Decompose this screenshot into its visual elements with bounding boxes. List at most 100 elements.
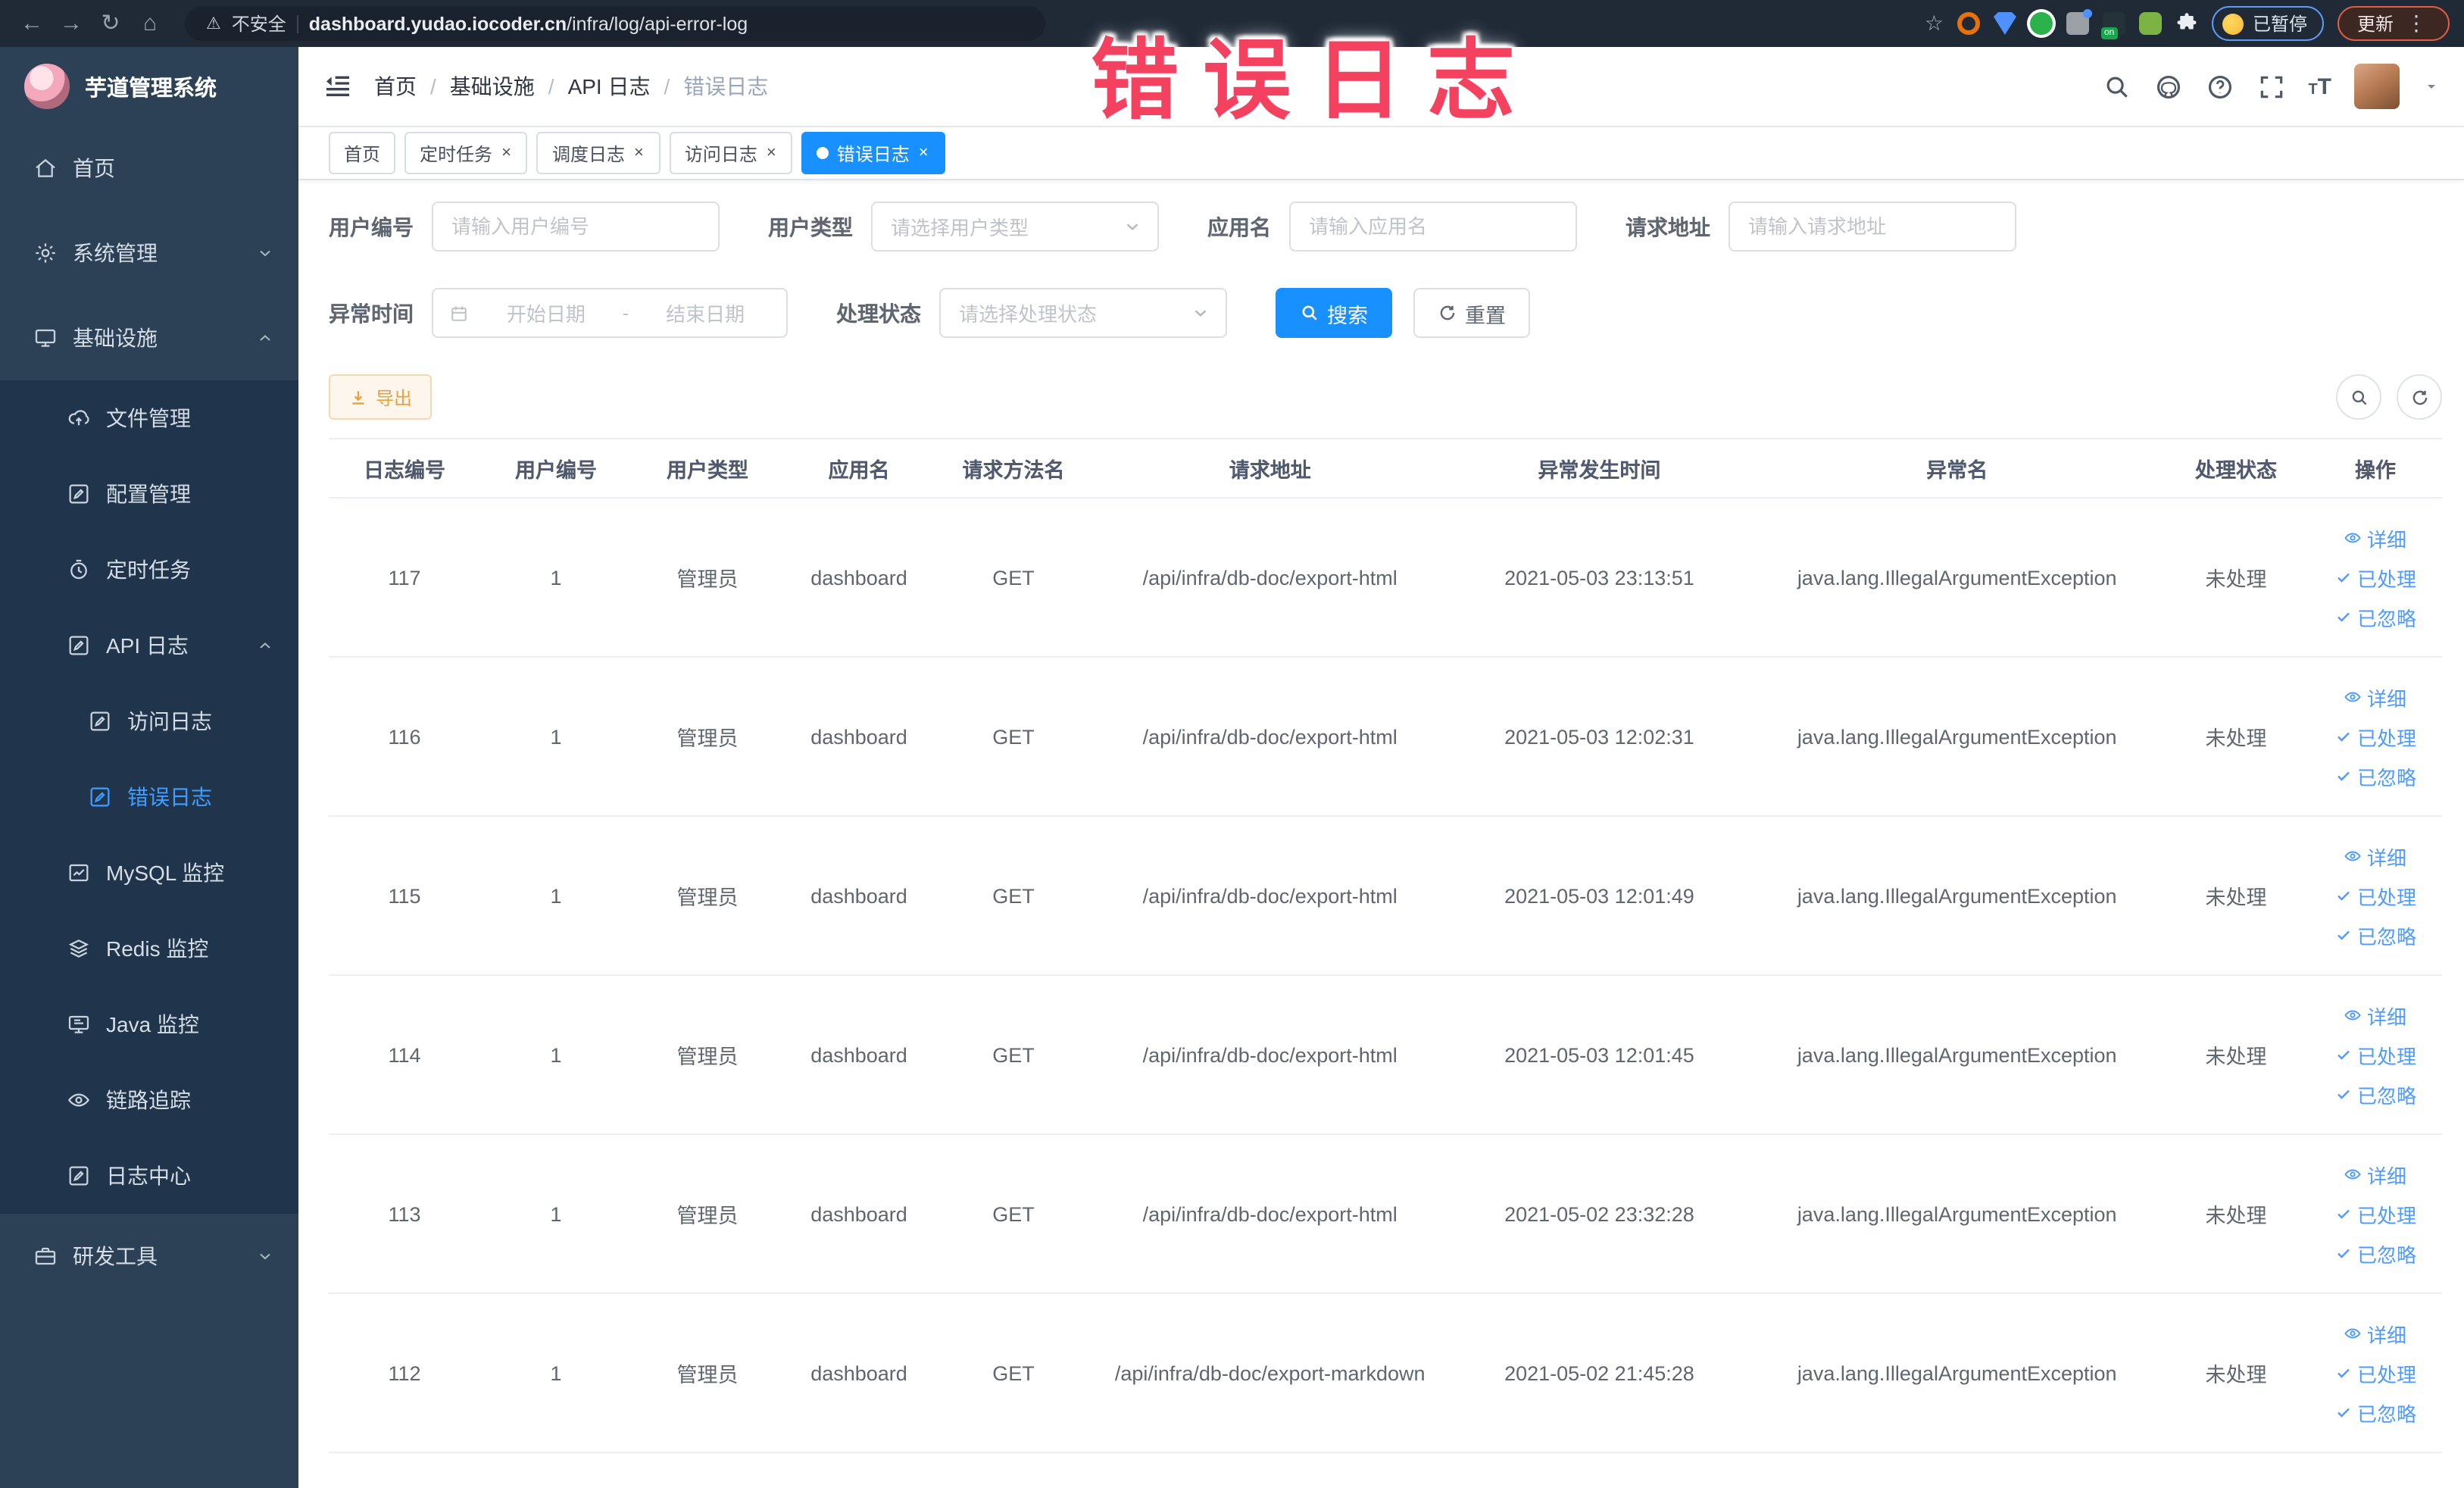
processed-link[interactable]: 已处理 xyxy=(2334,722,2416,751)
bookmark-star-icon[interactable]: ☆ xyxy=(1925,11,1944,36)
browser-update-button[interactable]: 更新 ⋮ xyxy=(2337,6,2450,41)
request-url-input[interactable] xyxy=(1729,202,2016,252)
cell-process-status: 未处理 xyxy=(2205,1046,2267,1068)
cell-exception-name: java.lang.IllegalArgumentException xyxy=(1797,1361,2117,1384)
view-tab[interactable]: 访问日志 × xyxy=(669,132,793,174)
sidebar-item[interactable]: 错误日志 xyxy=(0,759,298,835)
profile-paused-chip[interactable]: 已暂停 xyxy=(2211,6,2324,41)
sidebar-item[interactable]: 基础设施 xyxy=(0,295,298,380)
ignored-link[interactable]: 已忽略 xyxy=(2334,1398,2416,1427)
tool-icon xyxy=(33,1244,58,1268)
user-id-input[interactable] xyxy=(432,202,720,252)
sidebar-item[interactable]: 首页 xyxy=(0,126,298,211)
breadcrumb-item[interactable]: / API 日志 xyxy=(535,71,651,102)
eye-icon xyxy=(2345,1010,2362,1021)
extension-icon[interactable] xyxy=(2138,12,2162,35)
fullscreen-icon[interactable] xyxy=(2256,72,2285,101)
app-name-input[interactable] xyxy=(1289,202,1577,252)
extension-icon[interactable] xyxy=(2066,9,2092,35)
cell-exception-time: 2021-05-03 23:13:51 xyxy=(1504,566,1694,589)
extensions-puzzle-icon[interactable] xyxy=(2175,12,2198,35)
toggle-search-button[interactable] xyxy=(2336,374,2381,420)
font-size-icon[interactable]: TT xyxy=(2308,73,2331,99)
home-icon[interactable]: ⌂ xyxy=(133,0,167,47)
cell-method: GET xyxy=(992,725,1035,748)
extension-icon[interactable] xyxy=(1993,12,2016,35)
forward-icon[interactable]: → xyxy=(55,0,88,47)
close-icon[interactable]: × xyxy=(917,143,930,163)
view-tab[interactable]: 首页 × xyxy=(329,132,396,174)
search-button[interactable]: 搜索 xyxy=(1276,288,1392,338)
sidebar-item[interactable]: 定时任务 xyxy=(0,532,298,608)
processed-link[interactable]: 已处理 xyxy=(2334,563,2416,592)
avatar[interactable] xyxy=(2354,64,2400,109)
close-icon[interactable]: × xyxy=(765,143,778,163)
detail-link[interactable]: 详细 xyxy=(2344,1319,2406,1348)
extension-icon[interactable] xyxy=(1957,12,1980,35)
ignored-link[interactable]: 已忽略 xyxy=(2334,602,2416,631)
detail-link[interactable]: 详细 xyxy=(2344,524,2406,552)
search-icon[interactable] xyxy=(2102,72,2131,101)
processed-link[interactable]: 已处理 xyxy=(2334,1358,2416,1387)
check-icon xyxy=(2338,573,2350,583)
refresh-icon xyxy=(2412,389,2427,405)
sidebar-item[interactable]: 日志中心 xyxy=(0,1138,298,1214)
chevron-up-icon xyxy=(260,642,270,649)
breadcrumb-item[interactable]: / 错误日志 xyxy=(651,71,769,102)
address-bar[interactable]: ⚠ 不安全 dashboard.yudao.iocoder.cn/infra/l… xyxy=(185,6,1045,41)
search-icon xyxy=(1302,305,1317,320)
extension-icon[interactable] xyxy=(2029,12,2053,35)
gear-icon xyxy=(33,241,58,265)
help-icon[interactable] xyxy=(2205,72,2234,101)
cell-app-name: dashboard xyxy=(810,884,907,907)
github-icon[interactable] xyxy=(2153,72,2182,101)
breadcrumb-item[interactable]: / 基础设施 xyxy=(417,71,535,102)
sidebar-item[interactable]: MySQL 监控 xyxy=(0,835,298,911)
processed-link[interactable]: 已处理 xyxy=(2334,1040,2416,1069)
view-tab[interactable]: 定时任务 × xyxy=(404,132,528,174)
back-icon[interactable]: ← xyxy=(15,0,48,47)
app-title: 芋道管理系统 xyxy=(85,77,217,101)
ignored-link[interactable]: 已忽略 xyxy=(2334,921,2416,949)
app-logo[interactable]: 芋道管理系统 xyxy=(0,47,298,126)
caret-down-icon[interactable] xyxy=(2422,77,2441,95)
view-tab[interactable]: 错误日志 × xyxy=(801,132,945,174)
ignored-link[interactable]: 已忽略 xyxy=(2334,1239,2416,1268)
sidebar-item[interactable]: 文件管理 xyxy=(0,380,298,456)
refresh-button[interactable] xyxy=(2397,374,2442,420)
sidebar-item[interactable]: 链路追踪 xyxy=(0,1062,298,1138)
processed-link[interactable]: 已处理 xyxy=(2334,881,2416,910)
breadcrumb-item[interactable]: / 首页 xyxy=(374,71,417,102)
view-tab[interactable]: 调度日志 × xyxy=(536,132,661,174)
sidebar-item[interactable]: 访问日志 xyxy=(0,683,298,759)
reset-button[interactable]: 重置 xyxy=(1413,288,1530,338)
detail-link[interactable]: 详细 xyxy=(2344,842,2406,871)
sidebar-item[interactable]: Redis 监控 xyxy=(0,911,298,986)
sidebar-item[interactable]: 研发工具 xyxy=(0,1214,298,1299)
user-type-select[interactable]: 请选择用户类型 xyxy=(871,202,1159,252)
detail-link[interactable]: 详细 xyxy=(2344,1160,2406,1189)
fold-menu-icon[interactable] xyxy=(323,71,353,102)
sidebar-item[interactable]: 系统管理 xyxy=(0,211,298,295)
processed-link[interactable]: 已处理 xyxy=(2334,1199,2416,1228)
sidebar-item[interactable]: API 日志 xyxy=(0,608,298,683)
cell-user-id: 1 xyxy=(550,725,562,748)
detail-link[interactable]: 详细 xyxy=(2344,683,2406,711)
log-icon xyxy=(67,1164,91,1188)
extension-icon[interactable]: on xyxy=(2100,12,2125,39)
ignored-link[interactable]: 已忽略 xyxy=(2334,1080,2416,1108)
close-icon[interactable]: × xyxy=(500,143,513,163)
sidebar-item[interactable]: 配置管理 xyxy=(0,456,298,532)
cell-user-type: 管理员 xyxy=(676,1205,739,1227)
reload-icon[interactable]: ↻ xyxy=(94,0,127,47)
exception-time-range-picker[interactable]: 开始日期 - 结束日期 xyxy=(432,288,788,338)
ignored-link[interactable]: 已忽略 xyxy=(2334,761,2416,790)
sidebar-item[interactable]: Java 监控 xyxy=(0,986,298,1062)
export-button[interactable]: 导出 xyxy=(329,374,433,420)
close-icon[interactable]: × xyxy=(632,143,645,163)
detail-link[interactable]: 详细 xyxy=(2344,1001,2406,1030)
address-divider xyxy=(296,14,298,33)
process-status-select[interactable]: 请选择处理状态 xyxy=(939,288,1227,338)
start-date-placeholder: 开始日期 xyxy=(506,303,586,326)
cell-process-status: 未处理 xyxy=(2205,886,2267,909)
